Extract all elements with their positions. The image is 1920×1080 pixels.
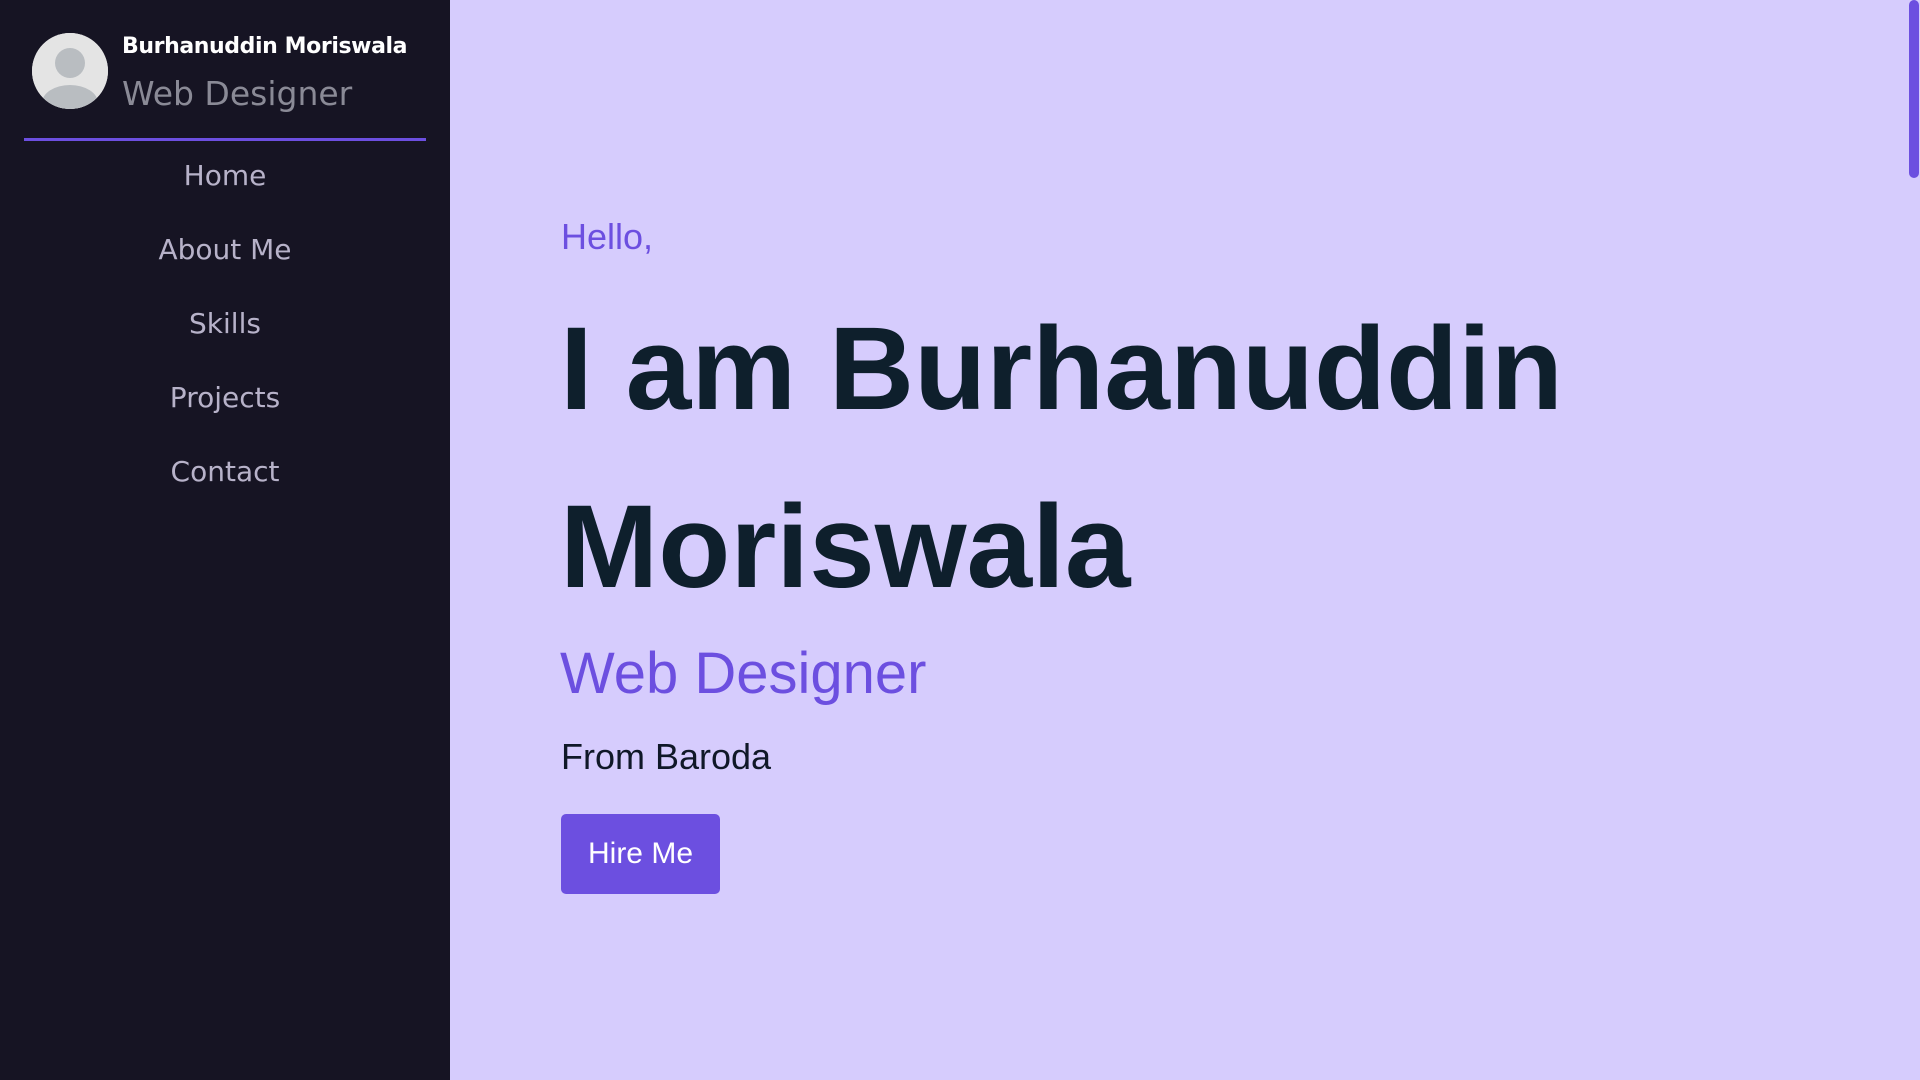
profile-card: Burhanuddin Moriswala Web Designer	[24, 30, 426, 141]
hire-me-button[interactable]: Hire Me	[561, 814, 720, 894]
nav-link-contact[interactable]: Contact	[171, 444, 280, 500]
nav-link-skills[interactable]: Skills	[189, 296, 261, 352]
profile-name: Burhanuddin Moriswala	[122, 34, 408, 59]
scrollbar-thumb[interactable]	[1909, 0, 1919, 178]
hero-section: Hello, I am Burhanuddin Moriswala Web De…	[450, 0, 1908, 1080]
hero-location: From Baroda	[561, 736, 772, 777]
nav-link-projects[interactable]: Projects	[170, 370, 280, 426]
nav-item-about-me: About Me	[0, 222, 450, 296]
page-scrollbar[interactable]	[1908, 0, 1920, 1080]
user-avatar-icon	[32, 33, 108, 109]
hero-headline-line1: I am Burhanuddin	[560, 303, 1563, 435]
nav-link-about-me[interactable]: About Me	[158, 222, 291, 278]
hero-headline: I am Burhanuddin Moriswala	[560, 280, 1760, 636]
profile-role: Web Designer	[122, 74, 353, 113]
hero-headline-line2: Moriswala	[560, 481, 1131, 613]
nav-item-home: Home	[0, 148, 450, 222]
nav-item-skills: Skills	[0, 296, 450, 370]
nav-link-home[interactable]: Home	[184, 148, 267, 204]
hero-greeting: Hello,	[561, 216, 654, 257]
hero-role: Web Designer	[560, 641, 927, 706]
nav-item-contact: Contact	[0, 444, 450, 518]
nav-item-projects: Projects	[0, 370, 450, 444]
sidebar-nav: Home About Me Skills Projects Contact	[0, 148, 450, 518]
sidebar: Burhanuddin Moriswala Web Designer Home …	[0, 0, 450, 1080]
